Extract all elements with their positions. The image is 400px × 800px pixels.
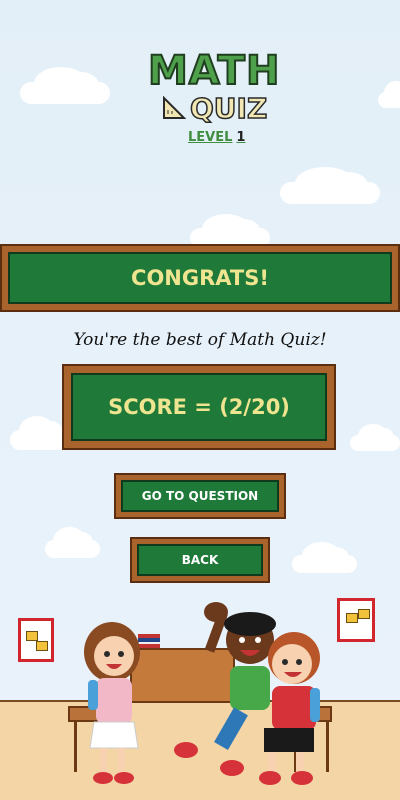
- level-label: LEVEL: [188, 130, 233, 145]
- score-text: SCORE = (2/20): [71, 373, 327, 441]
- cloud: [378, 80, 400, 108]
- back-label: BACK: [137, 544, 263, 576]
- cloud: [45, 527, 100, 558]
- ruler-icon: [163, 96, 187, 119]
- wall-picture-left: [18, 618, 54, 662]
- girl-character: [84, 622, 140, 784]
- congrats-message: You're the best of Math Quiz!: [73, 330, 327, 350]
- cloud: [292, 542, 357, 573]
- level-number: 1: [236, 130, 246, 145]
- logo-title-bottom: QUIZ: [189, 91, 268, 126]
- score-board: SCORE = (2/20): [62, 364, 336, 450]
- logo-title-top: MATH: [147, 47, 281, 95]
- wall-picture-right: [337, 598, 375, 642]
- math-quiz-logo: MATH QUIZ LEVEL 1: [140, 47, 280, 158]
- cloud: [350, 423, 400, 451]
- go-to-question-label: GO TO QUESTION: [121, 480, 279, 512]
- cloud: [10, 416, 70, 450]
- boy-character-red-shirt: [259, 632, 320, 785]
- cloud: [20, 66, 110, 104]
- congrats-banner: CONGRATS!: [0, 244, 400, 312]
- back-button[interactable]: BACK: [130, 537, 270, 583]
- cloud: [280, 166, 380, 204]
- level-indicator: LEVEL 1: [188, 130, 245, 145]
- congrats-text: CONGRATS!: [8, 252, 392, 304]
- go-to-question-button[interactable]: GO TO QUESTION: [114, 473, 286, 519]
